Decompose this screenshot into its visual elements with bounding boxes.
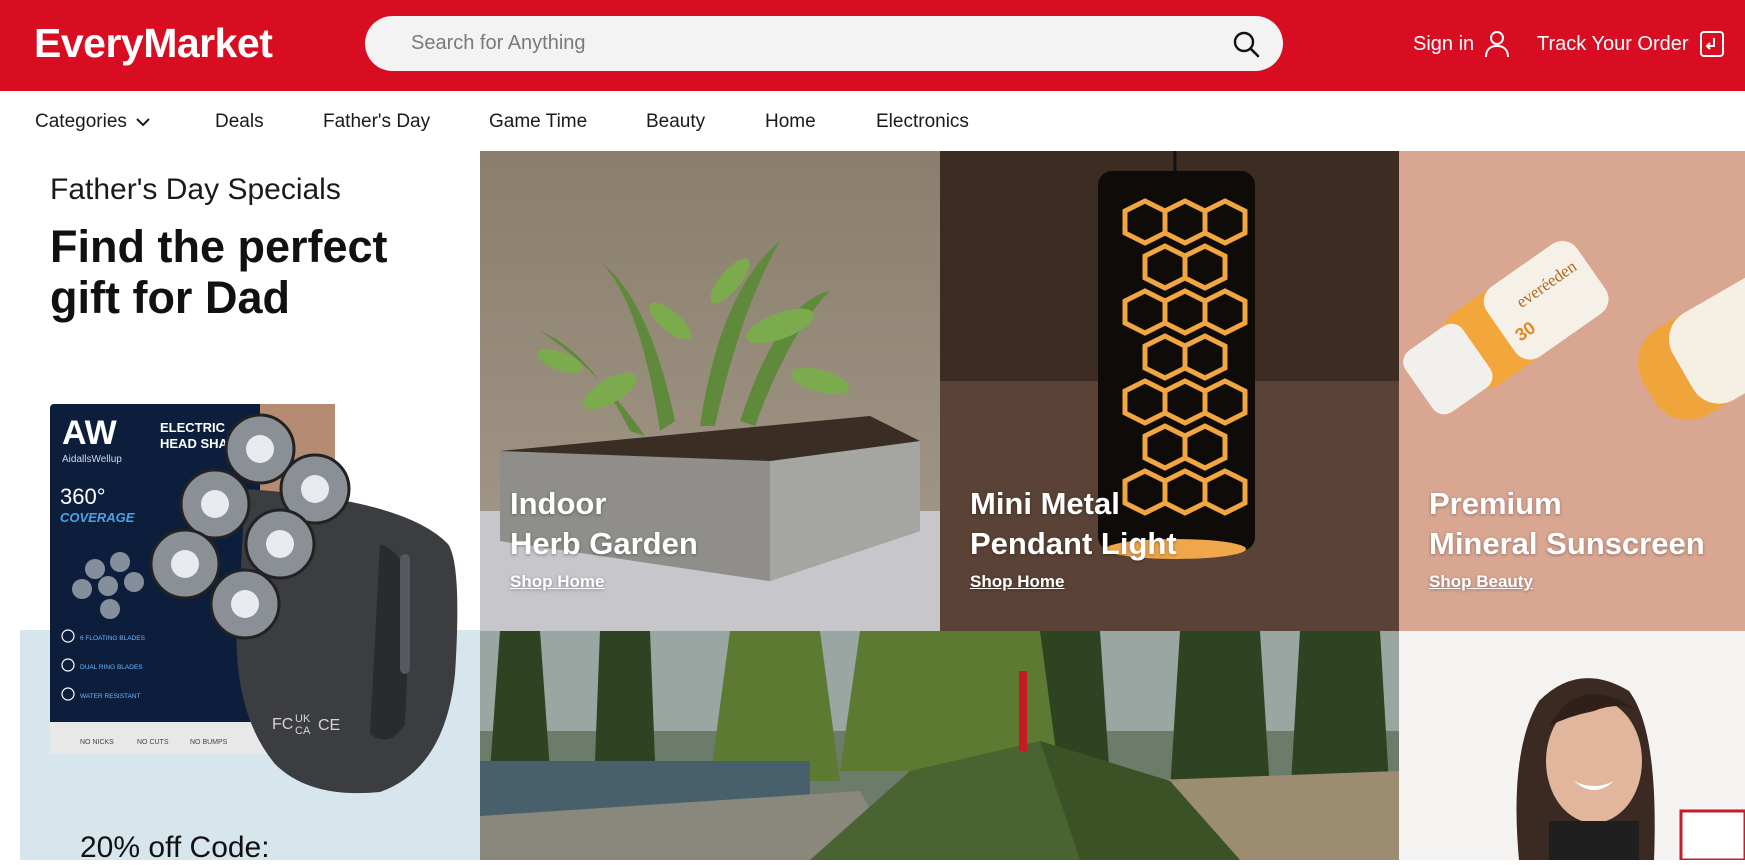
category-nav: Categories Deals Father's Day Game Time …	[0, 91, 1745, 151]
svg-text:CE: CE	[318, 717, 340, 734]
tile-sunscreen-title: Premium Mineral Sunscreen	[1429, 484, 1705, 564]
sign-in-link[interactable]: Sign in	[1413, 30, 1510, 58]
box-product-title-1: ELECTRIC	[160, 420, 226, 435]
search-input[interactable]	[411, 16, 1171, 71]
fathers-day-promo[interactable]: Father's Day Specials Find the perfect g…	[0, 151, 480, 864]
tile-lifestyle[interactable]	[1399, 631, 1745, 860]
box-brand-mark: AW	[62, 414, 118, 452]
promo-subtitle: Father's Day Specials	[50, 173, 341, 206]
tile-herb-garden-title: Indoor Herb Garden	[510, 484, 698, 564]
nav-fathers-day[interactable]: Father's Day	[323, 110, 430, 134]
tile-herb-garden-line1: Indoor	[510, 486, 607, 521]
box-feature-2: DUAL RING BLADES	[80, 664, 143, 671]
box-brand-name: AidallsWellup	[62, 454, 122, 465]
tile-sunscreen[interactable]: everéeden 30 Premium Mineral Sunscreen S…	[1399, 151, 1745, 631]
tile-sunscreen-line2: Mineral Sunscreen	[1429, 526, 1705, 561]
svg-text:CA: CA	[295, 725, 311, 737]
svg-text:FC: FC	[272, 716, 293, 733]
box-footer-1: NO NICKS	[80, 739, 114, 746]
smiling-woman-photo	[1399, 631, 1745, 860]
nav-electronics[interactable]: Electronics	[876, 110, 969, 134]
track-order-label: Track Your Order	[1537, 33, 1689, 55]
order-box-icon	[1699, 31, 1724, 57]
promo-title: Find the perfect gift for Dad	[50, 221, 388, 323]
box-feature-1: 6 FLOATING BLADES	[80, 635, 146, 642]
box-feature-3: WATER RESISTANT	[80, 693, 141, 700]
tile-herb-garden-line2: Herb Garden	[510, 526, 698, 561]
nav-game-time[interactable]: Game Time	[489, 110, 587, 134]
tile-pendant-light-line1: Mini Metal	[970, 486, 1120, 521]
tile-camping[interactable]	[480, 631, 1399, 860]
tile-pendant-light-title: Mini Metal Pendant Light	[970, 484, 1177, 564]
shop-home-link-2[interactable]: Shop Home	[970, 572, 1064, 592]
head-shaver-product-image: AW AidallsWellup ELECTRIC HEAD SHAVER 36…	[50, 404, 458, 794]
search-icon	[1233, 31, 1260, 58]
tile-pendant-light-line2: Pendant Light	[970, 526, 1177, 561]
tile-sunscreen-line1: Premium	[1429, 486, 1562, 521]
camping-tent-photo	[480, 631, 1399, 860]
chevron-down-icon	[136, 118, 150, 127]
nav-beauty[interactable]: Beauty	[646, 110, 705, 134]
svg-text:UK: UK	[295, 713, 311, 725]
search-button[interactable]	[1231, 29, 1261, 59]
shop-beauty-link[interactable]: Shop Beauty	[1429, 572, 1533, 592]
box-coverage-value: 360°	[60, 484, 106, 509]
sign-in-label: Sign in	[1413, 33, 1475, 55]
nav-deals[interactable]: Deals	[215, 110, 264, 134]
tile-pendant-light[interactable]: Mini Metal Pendant Light Shop Home	[940, 151, 1399, 631]
tile-herb-garden[interactable]: Indoor Herb Garden Shop Home	[480, 151, 940, 631]
nav-home[interactable]: Home	[765, 110, 816, 134]
user-icon	[1485, 31, 1510, 58]
nav-categories[interactable]: Categories	[35, 110, 151, 134]
site-header: EveryMarket Sign in Track Your Order	[0, 0, 1745, 91]
box-footer-3: NO BUMPS	[190, 739, 228, 746]
box-footer-2: NO CUTS	[137, 739, 169, 746]
search-bar	[365, 16, 1283, 71]
nav-categories-label: Categories	[35, 111, 127, 132]
track-order-link[interactable]: Track Your Order	[1537, 30, 1725, 58]
shop-home-link[interactable]: Shop Home	[510, 572, 604, 592]
box-coverage-label: COVERAGE	[60, 510, 135, 525]
site-logo[interactable]: EveryMarket	[34, 18, 273, 68]
